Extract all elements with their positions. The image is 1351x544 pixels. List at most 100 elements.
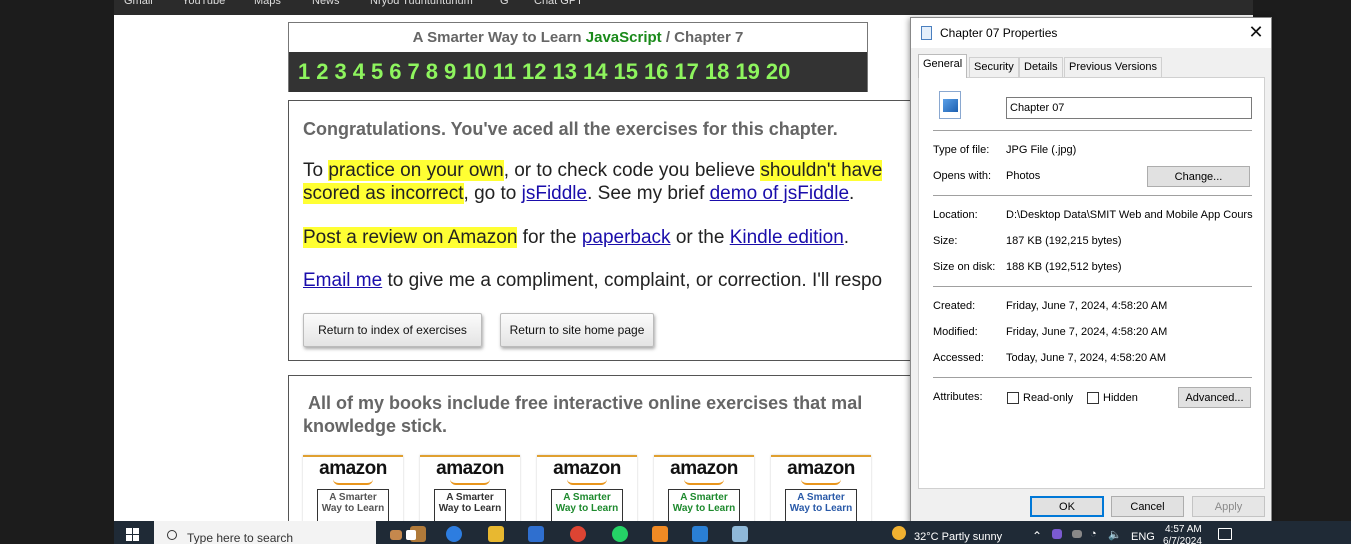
- notifications-icon[interactable]: [1218, 528, 1232, 540]
- exercise-number-link[interactable]: 10: [462, 59, 486, 85]
- email-me-link[interactable]: Email me: [303, 270, 382, 291]
- tab-general[interactable]: General: [918, 54, 968, 78]
- cancel-button[interactable]: Cancel: [1111, 496, 1184, 517]
- exercise-number-link[interactable]: 5: [371, 59, 383, 85]
- bookmarks-bar: Gmail YouTube Maps News Nryod Tuuntuntun…: [114, 0, 1253, 15]
- book-cover: A Smarter Way to Learn: [551, 489, 623, 521]
- paperback-link[interactable]: paperback: [582, 227, 671, 248]
- exercise-number-link[interactable]: 9: [444, 59, 456, 85]
- exercise-number-link[interactable]: 17: [674, 59, 698, 85]
- exercise-number-link[interactable]: 19: [735, 59, 759, 85]
- volume-icon[interactable]: 🔈: [1108, 528, 1122, 541]
- exercise-number-link[interactable]: 6: [389, 59, 401, 85]
- chapter-title-language: JavaScript: [585, 29, 662, 46]
- exercise-number-link[interactable]: 7: [408, 59, 420, 85]
- bread-icon: [390, 530, 402, 540]
- return-to-index-button[interactable]: Return to index of exercises: [303, 313, 482, 347]
- attributes-label: Attributes:: [933, 391, 983, 403]
- ok-button[interactable]: OK: [1030, 496, 1104, 517]
- taskbar-search[interactable]: Type here to search: [154, 521, 376, 544]
- clock-date[interactable]: 6/7/2024: [1163, 536, 1202, 544]
- books-title-line: knowledge stick.: [303, 416, 448, 436]
- tray-icon[interactable]: [1052, 529, 1062, 539]
- exercise-number-link[interactable]: 8: [426, 59, 438, 85]
- amazon-logo: amazon: [787, 458, 855, 479]
- bookmark-maps[interactable]: Maps: [254, 0, 281, 9]
- chrome-icon[interactable]: [570, 526, 586, 542]
- book-cover: A Smarter Way to Learn: [668, 489, 740, 521]
- apply-button[interactable]: Apply: [1192, 496, 1265, 517]
- app-icon[interactable]: [732, 526, 748, 542]
- image-file-icon: [939, 91, 961, 119]
- chapter-title: A Smarter Way to Learn JavaScript / Chap…: [289, 29, 867, 46]
- chapter-title-suffix: / Chapter 7: [661, 29, 744, 46]
- language-indicator[interactable]: ENG: [1131, 531, 1155, 543]
- app-icon[interactable]: [652, 526, 668, 542]
- exercise-number-link[interactable]: 4: [353, 59, 365, 85]
- text: , or to check code you believe: [503, 160, 761, 181]
- file-explorer-icon[interactable]: [488, 526, 504, 542]
- book-card[interactable]: amazon A Smarter Way to Learn: [303, 455, 403, 521]
- exercise-number-link[interactable]: 13: [552, 59, 576, 85]
- book-cover: A Smarter Way to Learn: [434, 489, 506, 521]
- exercise-number-link[interactable]: 11: [493, 59, 516, 85]
- exercise-number-link[interactable]: 1: [298, 59, 310, 85]
- tab-previous-versions[interactable]: Previous Versions: [1064, 57, 1163, 77]
- jsfiddle-demo-link[interactable]: demo of jsFiddle: [710, 183, 849, 204]
- close-button[interactable]: ✕: [1241, 18, 1271, 48]
- jsfiddle-link[interactable]: jsFiddle: [522, 183, 587, 204]
- exercise-number-link[interactable]: 3: [335, 59, 347, 85]
- tab-security[interactable]: Security: [969, 57, 1019, 77]
- change-button[interactable]: Change...: [1147, 166, 1250, 187]
- exercise-number-link[interactable]: 15: [613, 59, 637, 85]
- divider: [933, 130, 1252, 131]
- congrats-box: Congratulations. You've aced all the exe…: [288, 100, 968, 361]
- book-card[interactable]: amazon A Smarter Way to Learn: [771, 455, 871, 521]
- amazon-smile-icon: [684, 479, 724, 485]
- book-card[interactable]: amazon A Smarter Way to Learn: [654, 455, 754, 521]
- bookmark-gmail[interactable]: Gmail: [124, 0, 153, 9]
- exercise-number-link[interactable]: 2: [316, 59, 328, 85]
- clock-time[interactable]: 4:57 AM: [1165, 524, 1202, 535]
- windows-start-icon[interactable]: [126, 528, 140, 542]
- read-only-checkbox[interactable]: [1007, 392, 1019, 404]
- bookmark-chatgpt[interactable]: Chat GPT: [534, 0, 583, 9]
- bookmark-youtube[interactable]: YouTube: [182, 0, 225, 9]
- battery-icon[interactable]: [1072, 530, 1082, 538]
- vscode-icon[interactable]: [692, 526, 708, 542]
- chapter-header: A Smarter Way to Learn JavaScript / Chap…: [288, 22, 868, 92]
- dialog-title-bar: Chapter 07 Properties ✕: [911, 18, 1271, 48]
- edge-icon[interactable]: [446, 526, 462, 542]
- bookmark-item[interactable]: G: [500, 0, 509, 9]
- read-only-label: Read-only: [1023, 392, 1074, 404]
- book-card[interactable]: amazon A Smarter Way to Learn: [537, 455, 637, 521]
- highlight-text: shouldn't have: [760, 160, 883, 181]
- bookmark-news[interactable]: News: [312, 0, 340, 9]
- exercise-number-link[interactable]: 18: [705, 59, 729, 85]
- kindle-edition-link[interactable]: Kindle edition: [730, 227, 844, 248]
- size-on-disk-value: 188 KB (192,512 bytes): [1006, 261, 1122, 273]
- chevron-up-icon[interactable]: ⌃: [1032, 529, 1042, 543]
- practice-paragraph: To practice on your own, or to check cod…: [303, 159, 883, 205]
- return-to-home-button[interactable]: Return to site home page: [500, 313, 654, 347]
- book-card[interactable]: amazon A Smarter Way to Learn: [420, 455, 520, 521]
- file-name-field[interactable]: Chapter 07: [1006, 97, 1252, 119]
- whatsapp-icon[interactable]: [612, 526, 628, 542]
- exercise-number-link[interactable]: 16: [644, 59, 668, 85]
- bookmark-item[interactable]: Nryod Tuuntuntunum: [370, 0, 473, 9]
- exercise-number-link[interactable]: 12: [522, 59, 546, 85]
- size-label: Size:: [933, 235, 958, 247]
- search-placeholder: Type here to search: [187, 531, 294, 544]
- store-icon[interactable]: [528, 526, 544, 542]
- network-icon[interactable]: ◔: [1090, 528, 1097, 540]
- exercise-number-link[interactable]: 20: [766, 59, 790, 85]
- exercise-number-link[interactable]: 14: [583, 59, 607, 85]
- weather-text[interactable]: 32°C Partly sunny: [914, 531, 1002, 543]
- text: for the: [517, 227, 582, 248]
- tab-details[interactable]: Details: [1019, 57, 1063, 77]
- hidden-checkbox[interactable]: [1087, 392, 1099, 404]
- advanced-button[interactable]: Advanced...: [1178, 387, 1251, 408]
- exercise-number-bar: 1 2 3 4 5 6 7 8 9 10 11 12 13 14 15 16 17 18 19 20: [289, 52, 867, 92]
- books-box: All of my books include free interactive…: [288, 375, 968, 521]
- task-view-icon[interactable]: [406, 530, 416, 540]
